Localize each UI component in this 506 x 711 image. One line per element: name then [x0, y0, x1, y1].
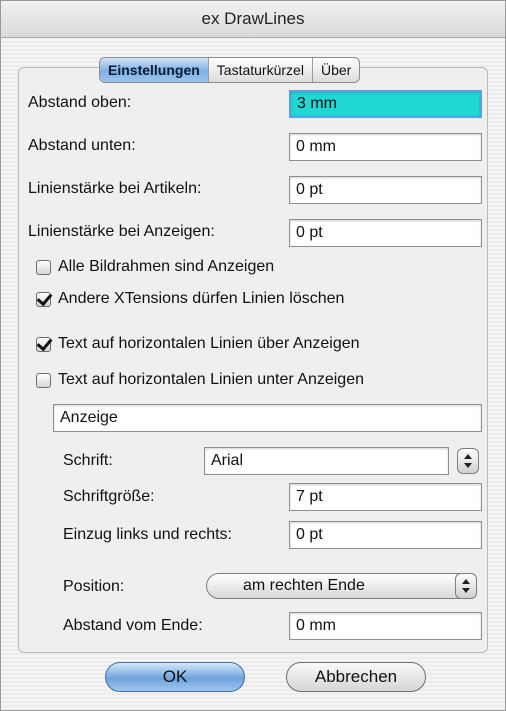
- arrow-up-icon: [464, 454, 472, 459]
- einzug-label: Einzug links und rechts:: [63, 526, 232, 543]
- text-ueber-checkbox[interactable]: [36, 337, 51, 352]
- abstand-ende-field[interactable]: 0 mm: [289, 612, 482, 640]
- text-unter-label: Text auf horizontalen Linien unter Anzei…: [58, 371, 364, 388]
- schrift-label: Schrift:: [63, 452, 113, 469]
- arrow-down-icon: [462, 588, 470, 593]
- cancel-button[interactable]: Abbrechen: [286, 662, 426, 692]
- linienstaerke-anzeigen-label: Linienstärke bei Anzeigen:: [28, 223, 215, 240]
- linienstaerke-anzeigen-field[interactable]: 0 pt: [289, 219, 482, 247]
- text-ueber-label: Text auf horizontalen Linien über Anzeig…: [58, 335, 360, 352]
- abstand-unten-field[interactable]: 0 mm: [289, 133, 482, 161]
- tab-tastaturkuerzel[interactable]: Tastaturkürzel: [209, 58, 313, 82]
- schriftgroesse-label: Schriftgröße:: [63, 488, 155, 505]
- schrift-field[interactable]: Arial: [204, 447, 449, 475]
- position-label: Position:: [63, 578, 125, 595]
- schrift-popup-stepper[interactable]: [457, 448, 479, 474]
- schriftgroesse-field[interactable]: 7 pt: [289, 483, 482, 511]
- tab-einstellungen[interactable]: Einstellungen: [100, 58, 209, 82]
- position-popup-stepper: [455, 573, 477, 599]
- position-popup-value: am rechten Ende: [243, 577, 365, 594]
- arrow-up-icon: [462, 579, 470, 584]
- window-title: ex DrawLines: [1, 1, 505, 38]
- abstand-oben-field[interactable]: 3 mm: [289, 90, 482, 118]
- xtensions-checkbox[interactable]: [36, 292, 51, 307]
- xtensions-label: Andere XTensions dürfen Linien löschen: [58, 290, 345, 307]
- bildrahmen-checkbox[interactable]: [36, 260, 51, 275]
- linienstaerke-artikel-field[interactable]: 0 pt: [289, 176, 482, 204]
- text-unter-checkbox[interactable]: [36, 373, 51, 388]
- abstand-oben-label: Abstand oben:: [28, 94, 132, 111]
- linienstaerke-artikel-label: Linienstärke bei Artikeln:: [28, 180, 202, 197]
- ok-button[interactable]: OK: [105, 662, 245, 692]
- einzug-field[interactable]: 0 pt: [289, 521, 482, 549]
- tab-bar: Einstellungen Tastaturkürzel Über: [99, 57, 361, 83]
- bildrahmen-label: Alle Bildrahmen sind Anzeigen: [58, 258, 275, 275]
- anzeige-text-field[interactable]: Anzeige: [53, 404, 482, 432]
- arrow-down-icon: [464, 463, 472, 468]
- dialog-window: ex DrawLines Einstellungen Tastaturkürze…: [0, 0, 506, 711]
- abstand-ende-label: Abstand vom Ende:: [63, 617, 203, 634]
- position-popup[interactable]: am rechten Ende: [206, 573, 477, 599]
- abstand-unten-label: Abstand unten:: [28, 137, 136, 154]
- tab-ueber[interactable]: Über: [313, 58, 359, 82]
